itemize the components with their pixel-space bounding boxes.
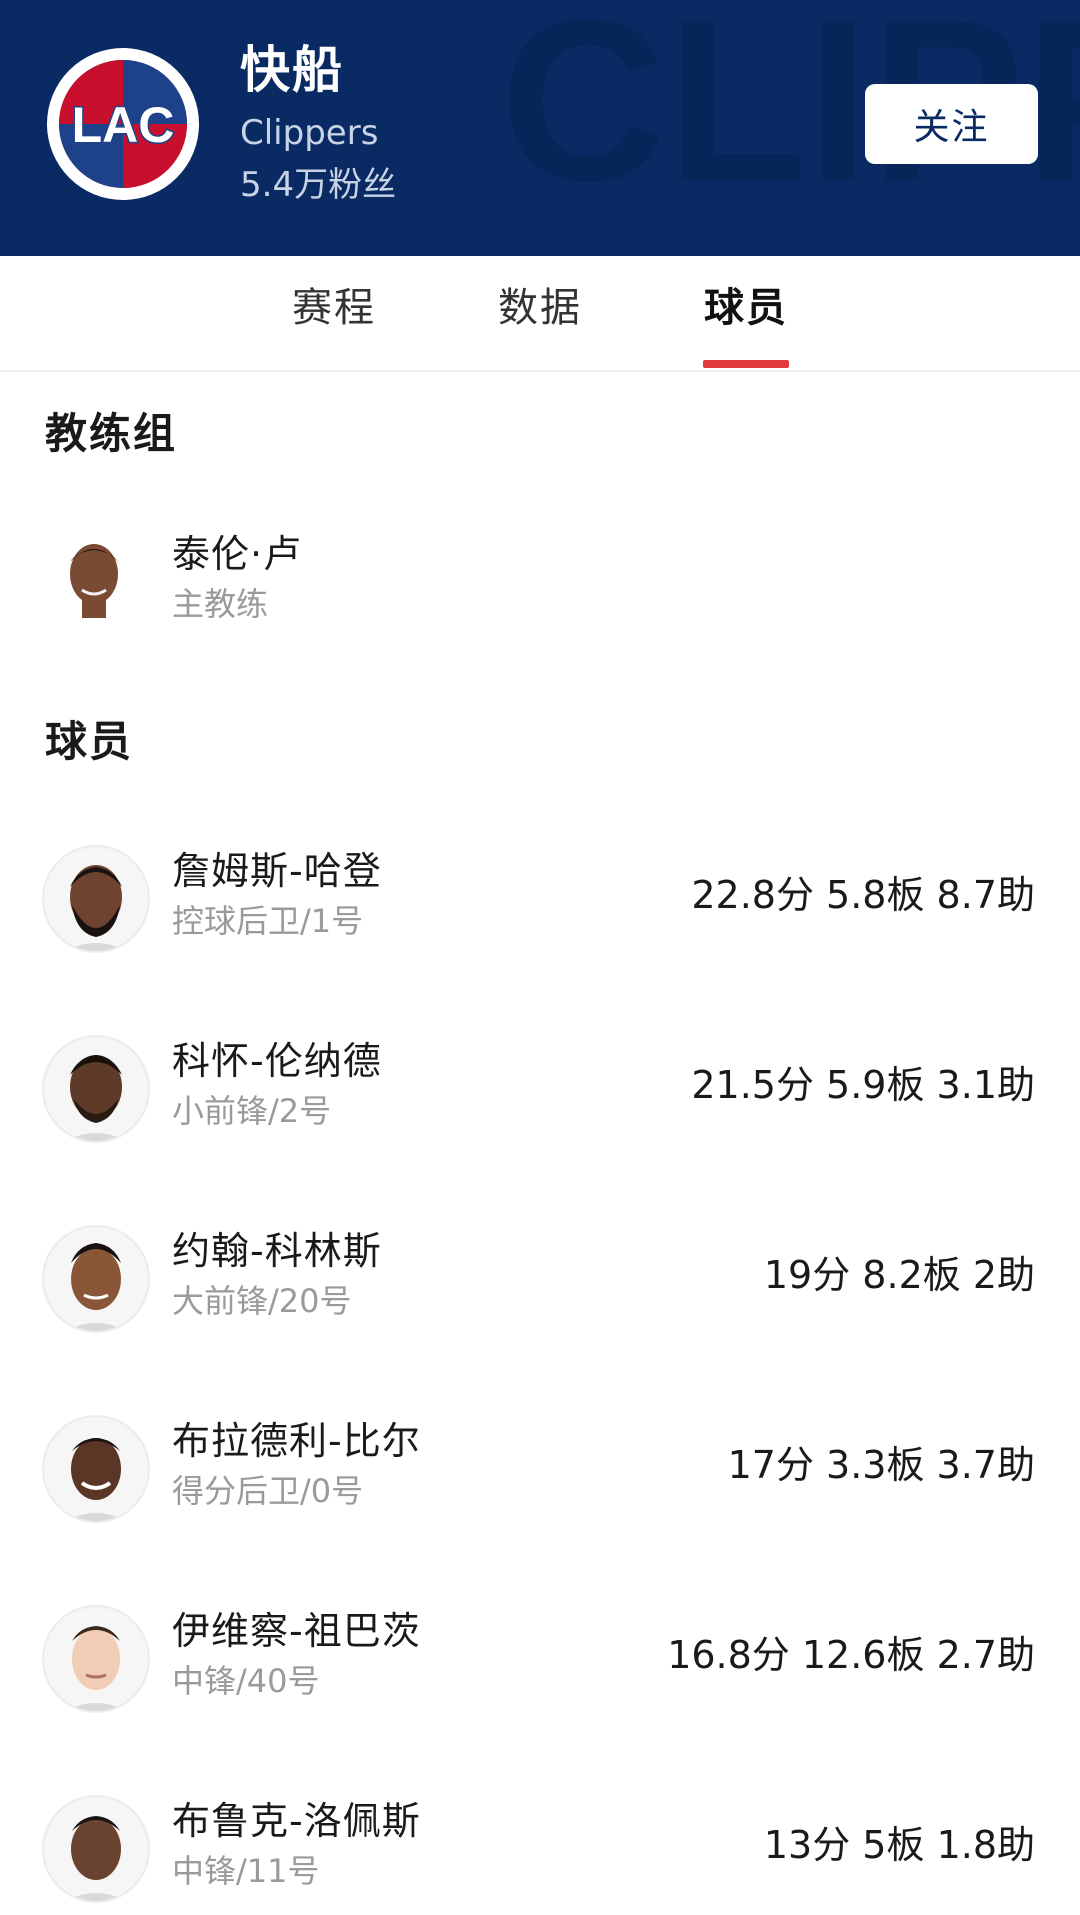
player-row[interactable]: 布鲁克-洛佩斯 中锋/11号 13分 5板 1.8助 bbox=[0, 1795, 1080, 1915]
coach-role: 主教练 bbox=[172, 585, 269, 623]
team-header: CLIPPERS LAC 快船 Clippers 5.4万粉丝 关注 bbox=[0, 0, 1080, 256]
coaches-section-title: 教练组 bbox=[45, 409, 178, 458]
player-position: 大前锋/20号 bbox=[172, 1282, 352, 1320]
player-face-icon bbox=[66, 1438, 126, 1521]
player-avatar bbox=[42, 1605, 150, 1713]
player-face-icon bbox=[66, 1626, 126, 1711]
player-position: 中锋/40号 bbox=[172, 1662, 320, 1700]
player-name: 约翰-科林斯 bbox=[172, 1229, 382, 1273]
player-stats: 13分 5板 1.8助 bbox=[763, 1823, 1035, 1867]
player-face-icon bbox=[66, 1816, 126, 1901]
player-name: 伊维察-祖巴茨 bbox=[172, 1609, 421, 1653]
player-face-icon bbox=[66, 865, 126, 951]
player-stats: 17分 3.3板 3.7助 bbox=[727, 1443, 1035, 1487]
player-position: 小前锋/2号 bbox=[172, 1092, 332, 1130]
player-row[interactable]: 伊维察-祖巴茨 中锋/40号 16.8分 12.6板 2.7助 bbox=[0, 1605, 1080, 1725]
player-row[interactable]: 詹姆斯-哈登 控球后卫/1号 22.8分 5.8板 8.7助 bbox=[0, 845, 1080, 965]
player-position: 控球后卫/1号 bbox=[172, 902, 364, 940]
player-stats: 16.8分 12.6板 2.7助 bbox=[667, 1633, 1035, 1677]
tab-players[interactable]: 球员 bbox=[704, 282, 788, 334]
coach-face-icon bbox=[64, 544, 124, 632]
tab-active-indicator bbox=[703, 360, 789, 368]
player-face-icon bbox=[66, 1243, 126, 1331]
team-name: 快船 bbox=[240, 41, 344, 99]
player-name: 布拉德利-比尔 bbox=[172, 1419, 421, 1463]
player-name: 科怀-伦纳德 bbox=[172, 1039, 382, 1083]
follow-button[interactable]: 关注 bbox=[865, 84, 1038, 164]
player-avatar bbox=[42, 1795, 150, 1903]
player-stats: 21.5分 5.9板 3.1助 bbox=[691, 1063, 1035, 1107]
coach-name: 泰伦·卢 bbox=[172, 532, 303, 576]
tab-stats[interactable]: 数据 bbox=[498, 282, 582, 334]
player-position: 得分后卫/0号 bbox=[172, 1472, 364, 1510]
coach-avatar bbox=[42, 528, 146, 632]
team-name-en: Clippers bbox=[240, 113, 379, 153]
player-avatar bbox=[42, 1035, 150, 1143]
player-name: 詹姆斯-哈登 bbox=[172, 849, 382, 893]
player-avatar bbox=[42, 1415, 150, 1523]
players-section-title: 球员 bbox=[45, 717, 134, 766]
fan-count: 5.4万粉丝 bbox=[240, 165, 397, 205]
player-row[interactable]: 约翰-科林斯 大前锋/20号 19分 8.2板 2助 bbox=[0, 1225, 1080, 1345]
player-avatar bbox=[42, 845, 150, 953]
svg-text:LAC: LAC bbox=[72, 97, 175, 153]
tab-schedule[interactable]: 赛程 bbox=[292, 282, 376, 334]
tab-bar: 赛程 数据 球员 bbox=[0, 258, 1080, 372]
player-name: 布鲁克-洛佩斯 bbox=[172, 1799, 421, 1843]
player-stats: 22.8分 5.8板 8.7助 bbox=[691, 873, 1035, 917]
player-stats: 19分 8.2板 2助 bbox=[763, 1253, 1035, 1297]
player-row[interactable]: 科怀-伦纳德 小前锋/2号 21.5分 5.9板 3.1助 bbox=[0, 1035, 1080, 1155]
coach-row[interactable]: 泰伦·卢 主教练 bbox=[0, 528, 1080, 648]
team-logo: LAC bbox=[45, 46, 201, 202]
clippers-logo-icon: LAC bbox=[47, 48, 199, 200]
player-row[interactable]: 布拉德利-比尔 得分后卫/0号 17分 3.3板 3.7助 bbox=[0, 1415, 1080, 1535]
player-position: 中锋/11号 bbox=[172, 1852, 320, 1890]
player-face-icon bbox=[66, 1055, 126, 1141]
player-avatar bbox=[42, 1225, 150, 1333]
